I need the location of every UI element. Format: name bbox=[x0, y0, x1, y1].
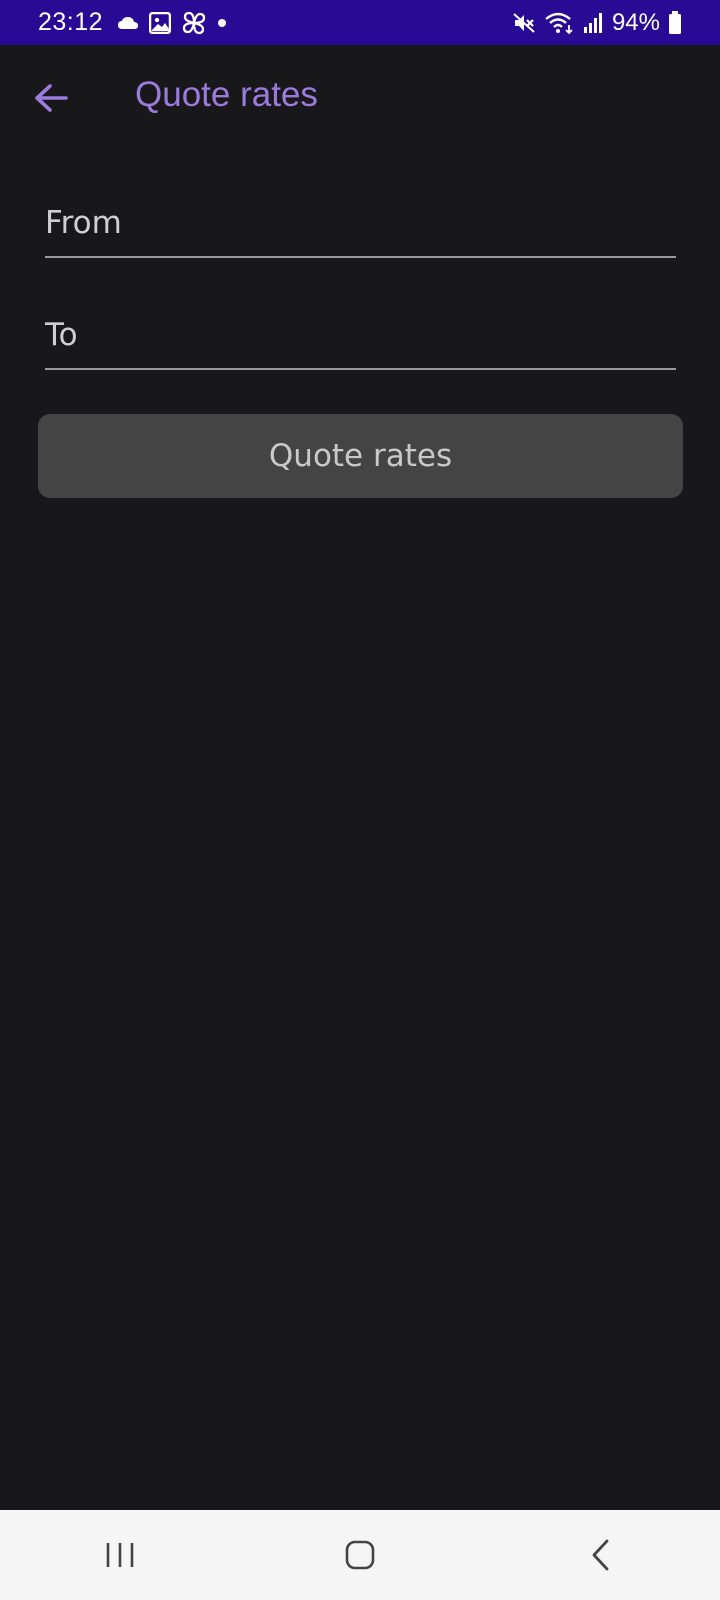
home-button[interactable] bbox=[320, 1520, 400, 1590]
recent-apps-button[interactable] bbox=[80, 1520, 160, 1590]
status-left-icons bbox=[117, 10, 227, 36]
from-field-container bbox=[45, 196, 676, 258]
from-input[interactable] bbox=[45, 196, 676, 256]
app-bar: Quote rates bbox=[0, 45, 720, 155]
dot-icon bbox=[217, 18, 227, 28]
wifi-icon bbox=[544, 11, 574, 35]
status-time: 23:12 bbox=[38, 8, 104, 36]
page-title: Quote rates bbox=[135, 75, 318, 114]
status-bar: 23:12 94% bbox=[0, 0, 720, 45]
pinwheel-icon bbox=[181, 10, 207, 36]
battery-percent: 94% bbox=[611, 8, 660, 36]
recent-apps-icon bbox=[105, 1541, 135, 1569]
mute-icon bbox=[512, 11, 536, 35]
system-nav-bar bbox=[0, 1510, 720, 1600]
cloud-icon bbox=[117, 15, 139, 31]
arrow-left-icon bbox=[34, 83, 68, 113]
battery-icon bbox=[668, 10, 682, 35]
signal-icon bbox=[582, 12, 604, 34]
to-field-container bbox=[45, 308, 676, 370]
back-icon bbox=[589, 1538, 611, 1572]
back-button[interactable] bbox=[26, 73, 76, 123]
status-right-icons: 94% bbox=[512, 9, 682, 37]
gallery-icon bbox=[149, 11, 172, 34]
to-input[interactable] bbox=[45, 308, 676, 368]
system-back-button[interactable] bbox=[560, 1520, 640, 1590]
quote-rates-button[interactable]: Quote rates bbox=[38, 414, 683, 498]
home-icon bbox=[344, 1539, 376, 1571]
